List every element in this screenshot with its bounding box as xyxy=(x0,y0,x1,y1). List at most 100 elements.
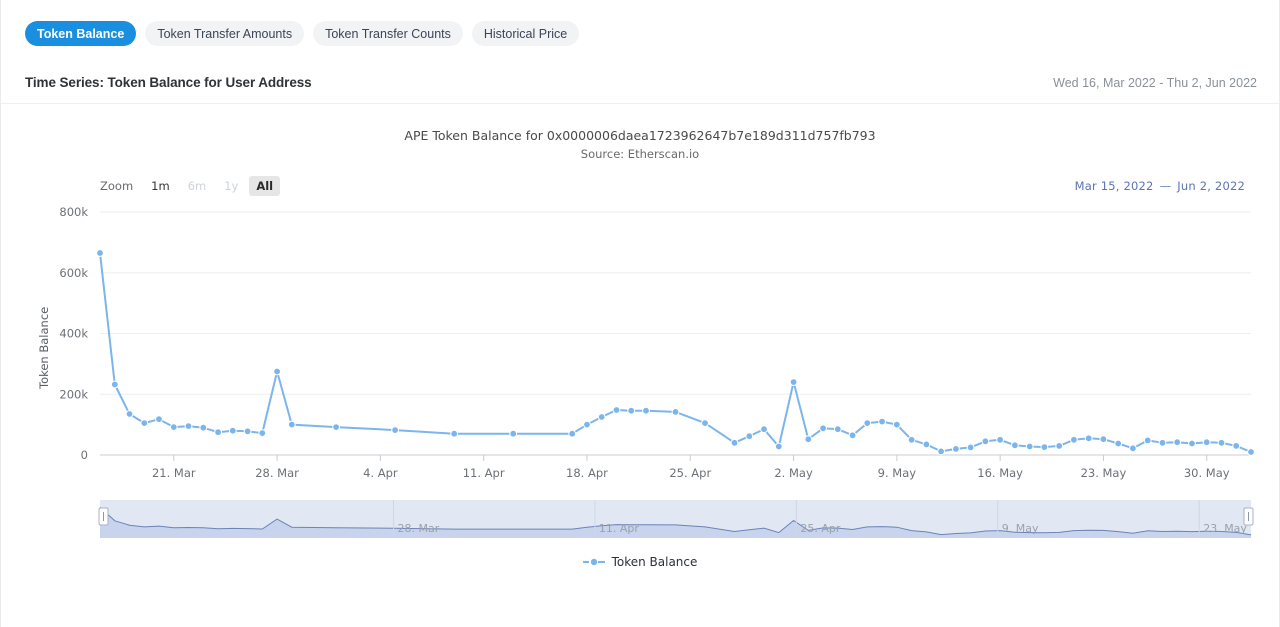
zoom-button-1m[interactable]: 1m xyxy=(144,176,177,196)
data-point[interactable] xyxy=(1056,443,1063,450)
data-point[interactable] xyxy=(1115,440,1122,447)
data-point[interactable] xyxy=(1144,437,1151,444)
data-point[interactable] xyxy=(643,407,650,414)
chart-title: APE Token Balance for 0x0000006daea17239… xyxy=(1,128,1279,143)
range-separator: — xyxy=(1154,179,1178,193)
x-axis-tick: 18. Apr xyxy=(566,466,608,480)
data-point[interactable] xyxy=(849,432,856,439)
data-point[interactable] xyxy=(126,411,133,418)
data-point[interactable] xyxy=(111,381,118,388)
data-point[interactable] xyxy=(229,427,236,434)
data-point[interactable] xyxy=(156,416,163,423)
data-point[interactable] xyxy=(628,407,635,414)
range-to[interactable]: Jun 2, 2022 xyxy=(1177,179,1245,193)
tab-token-transfer-counts[interactable]: Token Transfer Counts xyxy=(313,21,463,46)
x-axis-tick: 21. Mar xyxy=(152,466,196,480)
data-point[interactable] xyxy=(1189,440,1196,447)
data-point[interactable] xyxy=(392,427,399,434)
data-point[interactable] xyxy=(333,424,340,431)
data-point[interactable] xyxy=(1174,439,1181,446)
data-point[interactable] xyxy=(451,430,458,437)
tab-token-transfer-amounts[interactable]: Token Transfer Amounts xyxy=(145,21,304,46)
data-point[interactable] xyxy=(598,414,605,421)
data-point[interactable] xyxy=(702,420,709,427)
data-point[interactable] xyxy=(215,429,222,436)
x-axis-tick: 11. Apr xyxy=(463,466,505,480)
x-axis-tick: 23. May xyxy=(1081,466,1127,480)
data-point[interactable] xyxy=(584,421,591,428)
data-point[interactable] xyxy=(244,428,251,435)
data-point[interactable] xyxy=(1012,442,1019,449)
data-point[interactable] xyxy=(790,379,797,386)
navigator-tick: 25. Apr xyxy=(800,522,840,535)
navigator-handle-left[interactable] xyxy=(99,508,108,525)
zoom-button-all[interactable]: All xyxy=(249,176,280,196)
data-point[interactable] xyxy=(938,448,945,455)
data-point[interactable] xyxy=(997,436,1004,443)
data-point[interactable] xyxy=(274,368,281,375)
data-point[interactable] xyxy=(1071,436,1078,443)
data-point[interactable] xyxy=(510,430,517,437)
page-title: Time Series: Token Balance for User Addr… xyxy=(25,75,312,90)
navigator-handle-right[interactable] xyxy=(1244,508,1253,525)
data-point[interactable] xyxy=(761,426,768,433)
data-point[interactable] xyxy=(953,446,960,453)
zoom-button-6m: 6m xyxy=(181,176,214,196)
data-point[interactable] xyxy=(967,444,974,451)
data-point[interactable] xyxy=(982,438,989,445)
data-point[interactable] xyxy=(141,420,148,427)
range-from[interactable]: Mar 15, 2022 xyxy=(1075,179,1154,193)
zoom-label: Zoom xyxy=(100,179,133,193)
data-point[interactable] xyxy=(1218,439,1225,446)
data-point[interactable] xyxy=(864,420,871,427)
data-point[interactable] xyxy=(613,407,620,414)
data-point[interactable] xyxy=(923,441,930,448)
data-point[interactable] xyxy=(908,436,915,443)
data-point[interactable] xyxy=(259,430,266,437)
data-point[interactable] xyxy=(1085,435,1092,442)
chart-card: APE Token Balance for 0x0000006daea17239… xyxy=(1,104,1279,594)
x-axis-tick: 30. May xyxy=(1184,466,1230,480)
data-point[interactable] xyxy=(200,424,207,431)
panel-header: Time Series: Token Balance for User Addr… xyxy=(1,62,1279,104)
data-point[interactable] xyxy=(1100,436,1107,443)
legend-label: Token Balance xyxy=(612,555,698,569)
data-point[interactable] xyxy=(1130,445,1137,452)
data-point[interactable] xyxy=(775,443,782,450)
legend-marker-icon xyxy=(583,557,605,567)
data-point[interactable] xyxy=(1041,444,1048,451)
data-point[interactable] xyxy=(185,423,192,430)
navigator-selection xyxy=(100,500,1251,538)
data-point[interactable] xyxy=(834,426,841,433)
data-point[interactable] xyxy=(672,409,679,416)
tab-historical-price[interactable]: Historical Price xyxy=(472,21,579,46)
navigator-tick: 9. May xyxy=(1002,522,1039,535)
line-chart-svg[interactable]: 0200k400k600k800k21. Mar28. Mar4. Apr11.… xyxy=(1,200,1280,580)
zoom-button-1y: 1y xyxy=(217,176,245,196)
range-selector-dates: Mar 15, 2022—Jun 2, 2022 xyxy=(1075,179,1245,193)
legend-item-token-balance[interactable]: Token Balance xyxy=(583,555,698,569)
plot-area: 0200k400k600k800k21. Mar28. Mar4. Apr11.… xyxy=(1,200,1280,580)
zoom-range-buttons: Zoom 1m 6m 1y All xyxy=(100,176,284,196)
navigator-tick: 23. May xyxy=(1203,522,1247,535)
data-point[interactable] xyxy=(1233,443,1240,450)
chart-legend: Token Balance xyxy=(1,555,1279,570)
data-point[interactable] xyxy=(1159,439,1166,446)
data-point[interactable] xyxy=(97,250,104,257)
data-point[interactable] xyxy=(1026,443,1033,450)
header-date-range: Wed 16, Mar 2022 - Thu 2, Jun 2022 xyxy=(1053,76,1257,90)
data-point[interactable] xyxy=(731,439,738,446)
data-point[interactable] xyxy=(746,433,753,440)
data-point[interactable] xyxy=(569,430,576,437)
data-point[interactable] xyxy=(893,421,900,428)
data-point[interactable] xyxy=(1248,449,1255,456)
data-point[interactable] xyxy=(805,436,812,443)
data-point[interactable] xyxy=(288,421,295,428)
data-point[interactable] xyxy=(1203,439,1210,446)
tab-token-balance[interactable]: Token Balance xyxy=(25,21,136,46)
data-point[interactable] xyxy=(820,425,827,432)
x-axis-tick: 16. May xyxy=(977,466,1023,480)
x-axis-tick: 4. Apr xyxy=(363,466,398,480)
data-point[interactable] xyxy=(879,418,886,425)
data-point[interactable] xyxy=(170,424,177,431)
